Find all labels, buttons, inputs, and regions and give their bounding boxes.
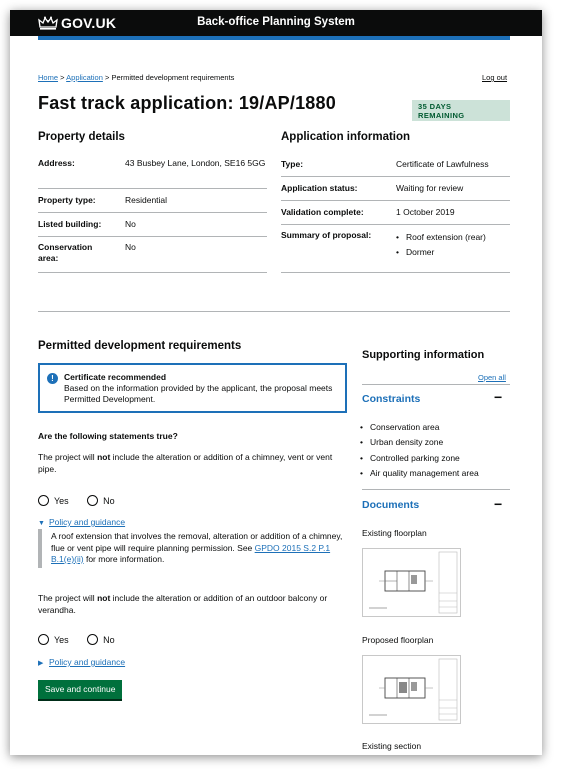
radio-yes[interactable]: [38, 634, 49, 646]
row-value: 43 Busbey Lane, London, SE16 5GG: [125, 158, 266, 168]
policy-guidance-toggle-closed[interactable]: ▶ Policy and guidance: [38, 652, 125, 670]
row-value: Residential: [125, 195, 168, 205]
statement-emphasis: not: [97, 593, 111, 603]
document-title: Existing section: [362, 741, 422, 751]
policy-guidance-link[interactable]: Policy and guidance: [49, 517, 125, 527]
recommendation-panel: ! Certificate recommended Based on the i…: [38, 363, 347, 413]
statement-balcony: The project will not include the alterat…: [38, 593, 343, 616]
panel-title: Certificate recommended: [64, 372, 167, 382]
row-key: Property type:: [38, 195, 96, 205]
breadcrumb-application-link[interactable]: Application: [66, 73, 103, 82]
radio-no[interactable]: [87, 634, 99, 646]
summary-row: Type: Certificate of Lawfulness: [281, 153, 510, 177]
row-value: No: [125, 219, 136, 229]
panel-body: Based on the information provided by the…: [64, 383, 333, 404]
application-info-list: Type: Certificate of Lawfulness Applicat…: [281, 153, 510, 273]
row-key: Conservation area:: [38, 242, 93, 263]
supporting-info-heading: Supporting information: [362, 349, 485, 361]
statement-text: The project will: [38, 452, 98, 462]
constraints-list: Conservation area Urban density zone Con…: [360, 420, 479, 481]
days-tag-line2: REMAINING: [418, 111, 465, 120]
proposal-summary-list: Roof extension (rear) Dormer: [396, 230, 486, 272]
row-value: No: [125, 242, 136, 252]
row-key: Summary of proposal:: [281, 230, 372, 240]
header-underline: [38, 36, 510, 40]
summary-row: Application status: Waiting for review: [281, 177, 510, 201]
radio-yes-label[interactable]: Yes: [54, 496, 69, 506]
row-key: Listed building:: [38, 219, 102, 229]
policy-guidance-toggle-open[interactable]: ▼ Policy and guidance: [38, 512, 125, 530]
list-item: Roof extension (rear): [396, 230, 486, 246]
govuk-header: GOV.UK Back-office Planning System: [10, 10, 542, 36]
row-value: Waiting for review: [396, 183, 464, 193]
policy-guidance-link[interactable]: Policy and guidance: [49, 657, 125, 667]
collapse-icon[interactable]: −: [494, 389, 502, 405]
radio-group-chimney: Yes No: [38, 492, 129, 510]
constraints-heading[interactable]: Constraints: [362, 393, 420, 405]
policy-guidance-text: A roof extension that involves the remov…: [38, 529, 351, 568]
list-item: Controlled parking zone: [360, 451, 479, 467]
triangle-right-icon: ▶: [38, 660, 44, 667]
accordion-divider: [362, 384, 510, 385]
list-item: Dormer: [396, 245, 486, 261]
days-tag-line1: 35 DAYS: [418, 102, 452, 111]
logout-link[interactable]: Log out: [482, 73, 507, 82]
statement-emphasis: not: [97, 452, 111, 462]
statement-chimney: The project will not include the alterat…: [38, 452, 343, 475]
list-item: Air quality management area: [360, 466, 479, 482]
proposed-floorplan-thumbnail[interactable]: [362, 655, 461, 724]
details-text: for more information.: [83, 554, 165, 564]
statement-text: The project will: [38, 593, 98, 603]
breadcrumb-current: Permitted development requirements: [111, 73, 235, 82]
breadcrumb-separator: >: [104, 73, 110, 82]
row-key: Application status:: [281, 183, 358, 193]
existing-floorplan-thumbnail[interactable]: [362, 548, 461, 617]
radio-no[interactable]: [87, 495, 99, 507]
list-item: Urban density zone: [360, 435, 479, 451]
documents-heading[interactable]: Documents: [362, 499, 419, 511]
breadcrumb: Home > Application > Permitted developme…: [38, 73, 234, 82]
list-item: Conservation area: [360, 420, 479, 436]
open-all-link[interactable]: Open all: [478, 373, 506, 382]
row-key: Type:: [281, 159, 304, 169]
property-details-list: Address: 43 Busbey Lane, London, SE16 5G…: [38, 153, 267, 273]
radio-no-label[interactable]: No: [103, 496, 115, 506]
row-value: Certificate of Lawfulness: [396, 159, 489, 169]
radio-yes-label[interactable]: Yes: [54, 635, 69, 645]
property-details-heading: Property details: [38, 131, 125, 143]
radio-group-balcony: Yes No: [38, 631, 129, 649]
service-name[interactable]: Back-office Planning System: [10, 16, 542, 28]
floorplan-drawing: [369, 551, 458, 614]
browser-window: GOV.UK Back-office Planning System Home …: [10, 10, 542, 755]
collapse-icon[interactable]: −: [494, 496, 502, 512]
info-icon: !: [47, 373, 58, 384]
summary-row: Listed building: No: [38, 213, 267, 237]
row-key: Address:: [38, 158, 75, 168]
breadcrumb-home-link[interactable]: Home: [38, 73, 58, 82]
breadcrumb-separator: >: [60, 73, 65, 82]
summary-row: Conservation area: No: [38, 237, 267, 273]
accordion-divider: [362, 489, 510, 490]
triangle-down-icon: ▼: [38, 520, 45, 527]
question-heading: Are the following statements true?: [38, 431, 178, 441]
radio-no-label[interactable]: No: [103, 635, 115, 645]
summary-row: Validation complete: 1 October 2019: [281, 201, 510, 225]
days-remaining-tag: 35 DAYS REMAINING: [412, 100, 510, 121]
summary-row: Property type: Residential: [38, 189, 267, 213]
row-key: Validation complete:: [281, 207, 364, 217]
application-info-heading: Application information: [281, 131, 411, 143]
save-and-continue-button[interactable]: Save and continue: [38, 680, 123, 699]
floorplan-drawing: [369, 658, 458, 721]
document-title: Existing floorplan: [362, 528, 427, 538]
document-title: Proposed floorplan: [362, 635, 434, 645]
row-value: 1 October 2019: [396, 207, 455, 217]
page-title: Fast track application: 19/AP/1880: [38, 93, 336, 113]
summary-row: Summary of proposal: Roof extension (rea…: [281, 225, 510, 273]
pdr-heading: Permitted development requirements: [38, 340, 242, 352]
summary-row: Address: 43 Busbey Lane, London, SE16 5G…: [38, 153, 267, 189]
radio-yes[interactable]: [38, 495, 49, 507]
section-divider: [38, 311, 510, 312]
